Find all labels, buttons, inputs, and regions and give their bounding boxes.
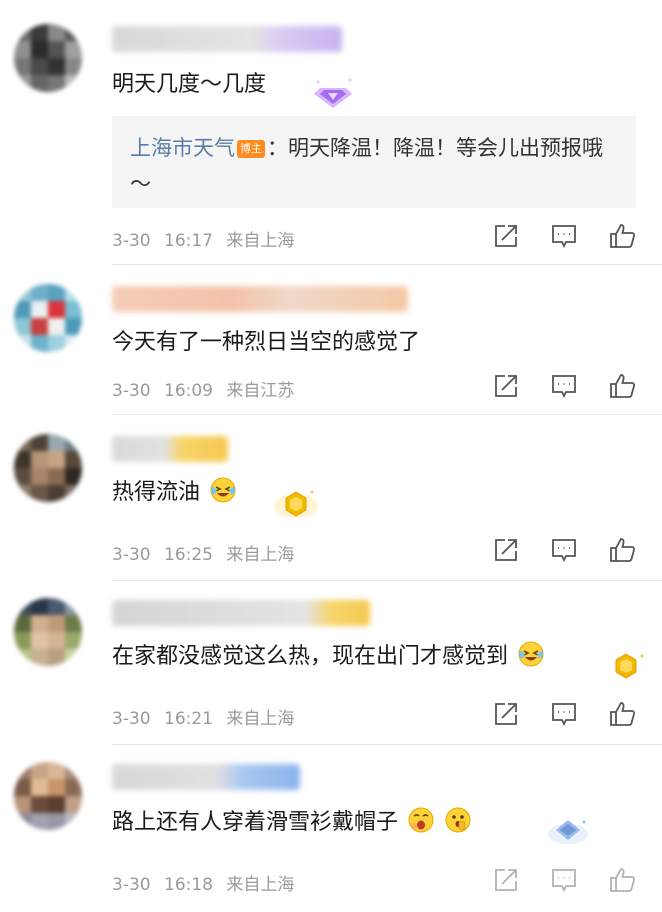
author-reply[interactable]: 上海市天气 博主 ：明天降温！降温！等会儿出预报哦～	[112, 116, 636, 208]
gold-badge-icon	[615, 653, 644, 679]
comment-meta: 3-30 16:18 来自上海	[112, 870, 294, 895]
comment-time: 16:25	[164, 545, 213, 565]
like-button[interactable]	[606, 698, 638, 730]
comment-text: 今天有了一种烈日当空的感觉了	[112, 330, 421, 355]
thumbs-up-icon	[610, 538, 636, 562]
comment-meta: 3-30 16:21 来自上海	[112, 704, 294, 729]
like-button[interactable]	[606, 534, 638, 566]
comment-text-body: 热得流油	[112, 480, 201, 505]
reply-button[interactable]	[548, 864, 580, 896]
share-icon	[495, 225, 517, 247]
gold-badge-icon	[274, 490, 318, 518]
share-icon	[495, 375, 517, 397]
comment-date: 3-30	[112, 709, 151, 729]
comment-actions	[490, 698, 638, 730]
avatar[interactable]	[14, 598, 82, 666]
share-icon	[495, 539, 517, 561]
comment-text: 在家都没感觉这么热，现在出门才感觉到	[112, 638, 545, 670]
comment-location: 来自上海	[226, 709, 295, 729]
share-icon	[495, 703, 517, 725]
comment-location: 来自上海	[226, 875, 295, 895]
share-button[interactable]	[490, 220, 522, 252]
comment-actions	[490, 220, 638, 252]
reply-button[interactable]	[548, 370, 580, 402]
comment-meta: 3-30 16:09 来自江苏	[112, 376, 294, 401]
username-blurred[interactable]	[112, 436, 228, 462]
share-button[interactable]	[490, 698, 522, 730]
comment-meta: 3-30 16:17 来自上海	[112, 226, 294, 251]
hush-emoji-icon	[445, 807, 471, 833]
comment-time: 16:21	[164, 709, 213, 729]
blue-diamond-badge-icon	[548, 820, 588, 844]
thumbs-up-icon	[610, 374, 636, 398]
comment-date: 3-30	[112, 381, 151, 401]
comment-date: 3-30	[112, 875, 151, 895]
thumbs-up-icon	[610, 868, 636, 892]
divider	[112, 414, 662, 415]
comment-text-body: 路上还有人穿着滑雪衫戴帽子	[112, 810, 399, 835]
comment-actions	[490, 864, 638, 896]
divider	[112, 264, 662, 265]
reply-button[interactable]	[548, 698, 580, 730]
diamond-badge-icon	[314, 78, 352, 108]
divider	[112, 744, 662, 745]
yawn-emoji-icon	[408, 807, 434, 833]
comment-location: 来自上海	[226, 231, 295, 251]
share-button[interactable]	[490, 864, 522, 896]
divider	[112, 580, 662, 581]
comment-text: 热得流油	[112, 474, 237, 506]
reply-button[interactable]	[548, 220, 580, 252]
thumbs-up-icon	[610, 224, 636, 248]
comment-icon	[552, 539, 576, 563]
comment-location: 来自江苏	[226, 381, 295, 401]
username-blurred[interactable]	[112, 26, 342, 52]
thumbs-up-icon	[610, 702, 636, 726]
comment-icon	[552, 869, 576, 893]
reply-author-link[interactable]: 上海市天气	[130, 136, 235, 160]
avatar[interactable]	[14, 284, 82, 352]
avatar[interactable]	[14, 434, 82, 502]
comment-text: 明天几度～几度	[112, 72, 267, 97]
share-button[interactable]	[490, 534, 522, 566]
share-button[interactable]	[490, 370, 522, 402]
comment-text-body: 在家都没感觉这么热，现在出门才感觉到	[112, 644, 509, 669]
laugh-cry-emoji-icon	[210, 477, 236, 503]
comment-location: 来自上海	[226, 545, 295, 565]
comment-date: 3-30	[112, 231, 151, 251]
laugh-cry-emoji-icon	[518, 641, 544, 667]
comment-text: 路上还有人穿着滑雪衫戴帽子	[112, 804, 472, 836]
comment-icon	[552, 375, 576, 399]
share-icon	[495, 869, 517, 891]
avatar[interactable]	[14, 24, 82, 92]
like-button[interactable]	[606, 864, 638, 896]
avatar[interactable]	[14, 762, 82, 830]
comment-time: 16:18	[164, 875, 213, 895]
like-button[interactable]	[606, 370, 638, 402]
comment-icon	[552, 225, 576, 249]
like-button[interactable]	[606, 220, 638, 252]
comment-date: 3-30	[112, 545, 151, 565]
author-badge: 博主	[237, 140, 265, 158]
comment-icon	[552, 703, 576, 727]
reply-button[interactable]	[548, 534, 580, 566]
comment-actions	[490, 534, 638, 566]
username-blurred[interactable]	[112, 764, 300, 790]
comment-time: 16:17	[164, 231, 213, 251]
username-blurred[interactable]	[112, 286, 408, 312]
comment-actions	[490, 370, 638, 402]
comment-time: 16:09	[164, 381, 213, 401]
comment-meta: 3-30 16:25 来自上海	[112, 540, 294, 565]
username-blurred[interactable]	[112, 600, 370, 626]
